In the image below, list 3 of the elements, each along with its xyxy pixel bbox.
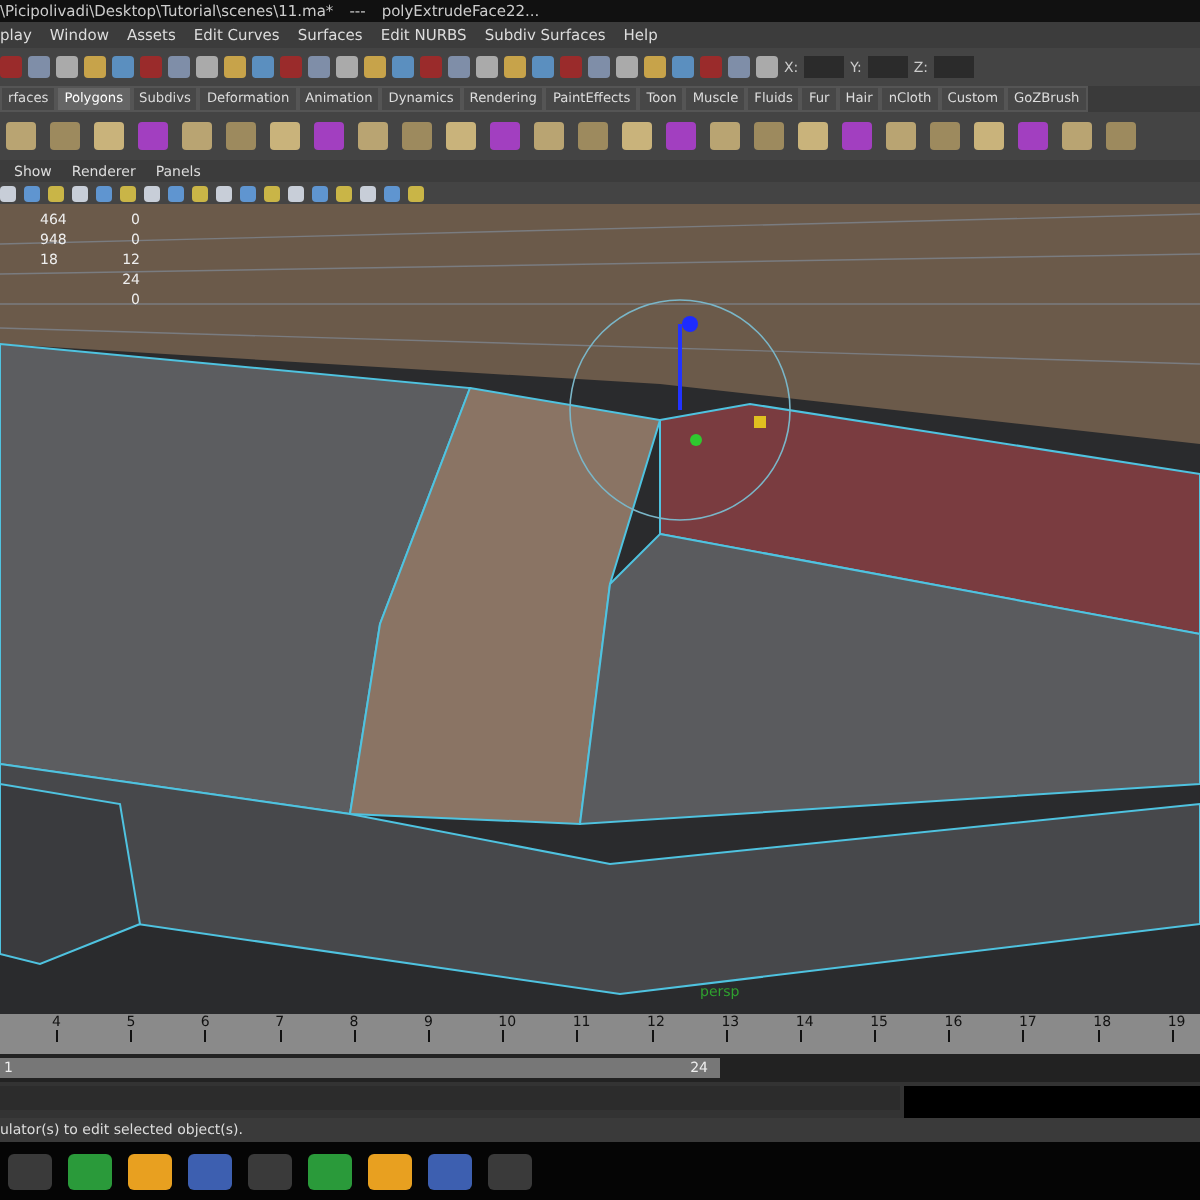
coordinate-field[interactable] <box>934 56 975 78</box>
coordinate-field[interactable] <box>867 56 908 78</box>
coordinate-field[interactable] <box>804 56 845 78</box>
